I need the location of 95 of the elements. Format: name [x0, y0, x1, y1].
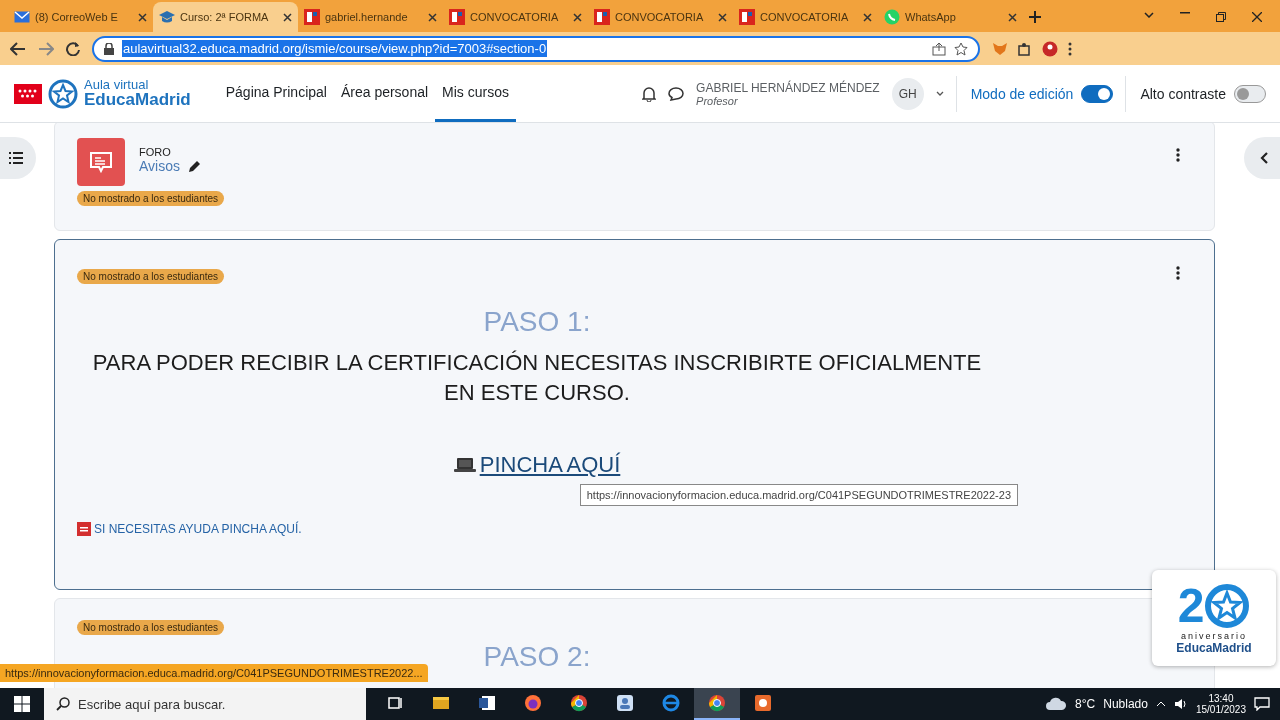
- user-name: GABRIEL HERNÁNDEZ MÉNDEZ: [696, 80, 880, 95]
- toggle-switch[interactable]: [1081, 84, 1114, 103]
- close-icon[interactable]: [1008, 12, 1017, 22]
- chevron-up-icon[interactable]: [1155, 701, 1166, 707]
- chevron-down-icon[interactable]: [1144, 12, 1154, 18]
- close-icon[interactable]: [573, 12, 582, 22]
- speaker-icon[interactable]: [1173, 698, 1188, 710]
- kebab-menu-icon[interactable]: [1176, 266, 1180, 280]
- toggle-switch[interactable]: [1234, 84, 1266, 103]
- kebab-menu-icon[interactable]: [1176, 148, 1180, 162]
- plus-icon[interactable]: [1029, 11, 1041, 23]
- weather-condition[interactable]: Nublado: [1103, 697, 1148, 711]
- recorder-icon[interactable]: [755, 695, 771, 711]
- weather-temperature[interactable]: 8°C: [1075, 697, 1096, 711]
- instruction-heading: PARA PODER RECIBIR LA CERTIFICACIÓN NECESITAS INSCRIBIRTE OFICIALMENTE EN ESTE CURSO.: [91, 349, 983, 407]
- visibility-badge: No mostrado a los estudiantes: [77, 191, 225, 206]
- pencil-icon[interactable]: [188, 159, 201, 173]
- star-circle-icon: [1204, 583, 1251, 629]
- fox-globe-icon[interactable]: [525, 695, 541, 711]
- switch-label: Modo de edición: [970, 85, 1074, 102]
- site-logo-icon: [594, 9, 610, 25]
- logo-title: EducaMadrid: [84, 91, 191, 109]
- restore-icon[interactable]: [1216, 12, 1226, 22]
- activity-link[interactable]: Avisos: [139, 158, 180, 174]
- back-arrow-icon[interactable]: [10, 41, 26, 56]
- profile-icon[interactable]: [1042, 40, 1058, 57]
- lock-icon: [104, 42, 114, 55]
- browser-tab[interactable]: gabriel.hernande: [298, 2, 443, 32]
- share-icon[interactable]: [932, 41, 946, 56]
- browser-tab[interactable]: CONVOCATORIA: [588, 2, 733, 32]
- user-role: Profesor: [696, 94, 739, 107]
- activity-type: FORO: [139, 146, 172, 158]
- visibility-badge: No mostrado a los estudiantes: [77, 269, 225, 284]
- list-icon: [9, 152, 23, 164]
- anniversary-caption: aniversario: [1181, 631, 1247, 641]
- nav-link[interactable]: Área personal: [333, 65, 436, 122]
- letter-e-icon[interactable]: [662, 694, 680, 712]
- clock-time[interactable]: 13:40: [1208, 693, 1234, 704]
- anniversary-brand: EducaMadrid: [1176, 641, 1252, 655]
- link-tooltip: https://innovacionyformacion.educa.madrid.org/C041PSEGUNDOTRIMESTRE2022-23: [579, 484, 1018, 506]
- envelope-icon: [14, 11, 30, 23]
- chevron-left-icon: [1260, 152, 1268, 164]
- nav-link[interactable]: Página Principal: [218, 65, 334, 122]
- star-circle-logo-icon: [48, 78, 78, 109]
- task-view-icon[interactable]: [388, 697, 402, 709]
- browser-tab[interactable]: Curso: 2ª FORMA: [153, 2, 298, 32]
- star-icon[interactable]: [954, 41, 968, 56]
- square-logo-icon: [77, 522, 91, 536]
- close-icon[interactable]: [1252, 12, 1262, 22]
- site-logo-icon: [449, 9, 465, 25]
- people-icon[interactable]: [617, 695, 633, 711]
- close-icon[interactable]: [718, 12, 727, 22]
- anniversary-number: 2: [1177, 581, 1205, 631]
- block-drawer-button[interactable]: [1244, 137, 1280, 179]
- graduation-cap-icon: [159, 10, 175, 24]
- reload-icon[interactable]: [66, 41, 80, 56]
- bell-icon[interactable]: [642, 85, 657, 102]
- browser-tab[interactable]: CONVOCATORIA: [733, 2, 878, 32]
- registration-link[interactable]: PINCHA AQUÍ: [479, 452, 621, 478]
- address-bar[interactable]: aulavirtual32.educa.madrid.org/ismie/course/view.php?id=7003#section-0: [92, 35, 980, 62]
- kebab-menu-icon[interactable]: [1068, 41, 1072, 56]
- close-icon[interactable]: [428, 12, 437, 22]
- close-icon[interactable]: [283, 12, 292, 22]
- url-text: aulavirtual32.educa.madrid.org/ismie/course/view.php?id=7003#section-0: [122, 40, 548, 57]
- step-title: PASO 1:: [483, 306, 591, 338]
- close-icon[interactable]: [863, 12, 872, 22]
- cloud-icon[interactable]: [1045, 697, 1068, 711]
- visibility-badge: No mostrado a los estudiantes: [77, 620, 225, 635]
- browser-tab[interactable]: CONVOCATORIA: [443, 2, 588, 32]
- browser-tab[interactable]: WhatsApp: [878, 2, 1023, 32]
- forum-icon: [77, 138, 125, 186]
- site-logo-icon: [739, 9, 755, 25]
- flag-logo-icon: [14, 83, 42, 104]
- switch-label: Alto contraste: [1140, 85, 1226, 102]
- site-logo-icon: [304, 9, 320, 25]
- course-index-button[interactable]: [0, 137, 36, 179]
- laptop-icon: [453, 457, 476, 473]
- status-link-url: https://innovacionyformacion.educa.madrid.org/C041PSEGUNDOTRIMESTRE2022...: [0, 664, 428, 682]
- step-title: PASO 2:: [482, 641, 592, 673]
- browser-icon[interactable]: [571, 695, 587, 712]
- close-icon[interactable]: [138, 12, 147, 22]
- browser-icon[interactable]: [709, 695, 725, 712]
- notification-icon[interactable]: [1254, 697, 1270, 711]
- logo-subtitle: Aula virtual: [84, 78, 150, 91]
- chat-bubble-icon: [884, 9, 900, 25]
- document-icon[interactable]: [479, 696, 495, 710]
- chat-icon[interactable]: [668, 86, 685, 101]
- clock-date[interactable]: 15/01/2023: [1195, 704, 1246, 715]
- user-avatar[interactable]: GH: [891, 77, 924, 110]
- minimize-icon[interactable]: [1180, 12, 1190, 14]
- browser-tab[interactable]: (8) CorreoWeb E: [8, 2, 153, 32]
- chevron-down-icon[interactable]: [935, 91, 944, 96]
- taskbar-search-field[interactable]: Escribe aquí para buscar.: [44, 688, 366, 720]
- windows-logo-icon[interactable]: [14, 696, 30, 712]
- help-link[interactable]: SI NECESITAS AYUDA PINCHA AQUÍ.: [94, 522, 302, 536]
